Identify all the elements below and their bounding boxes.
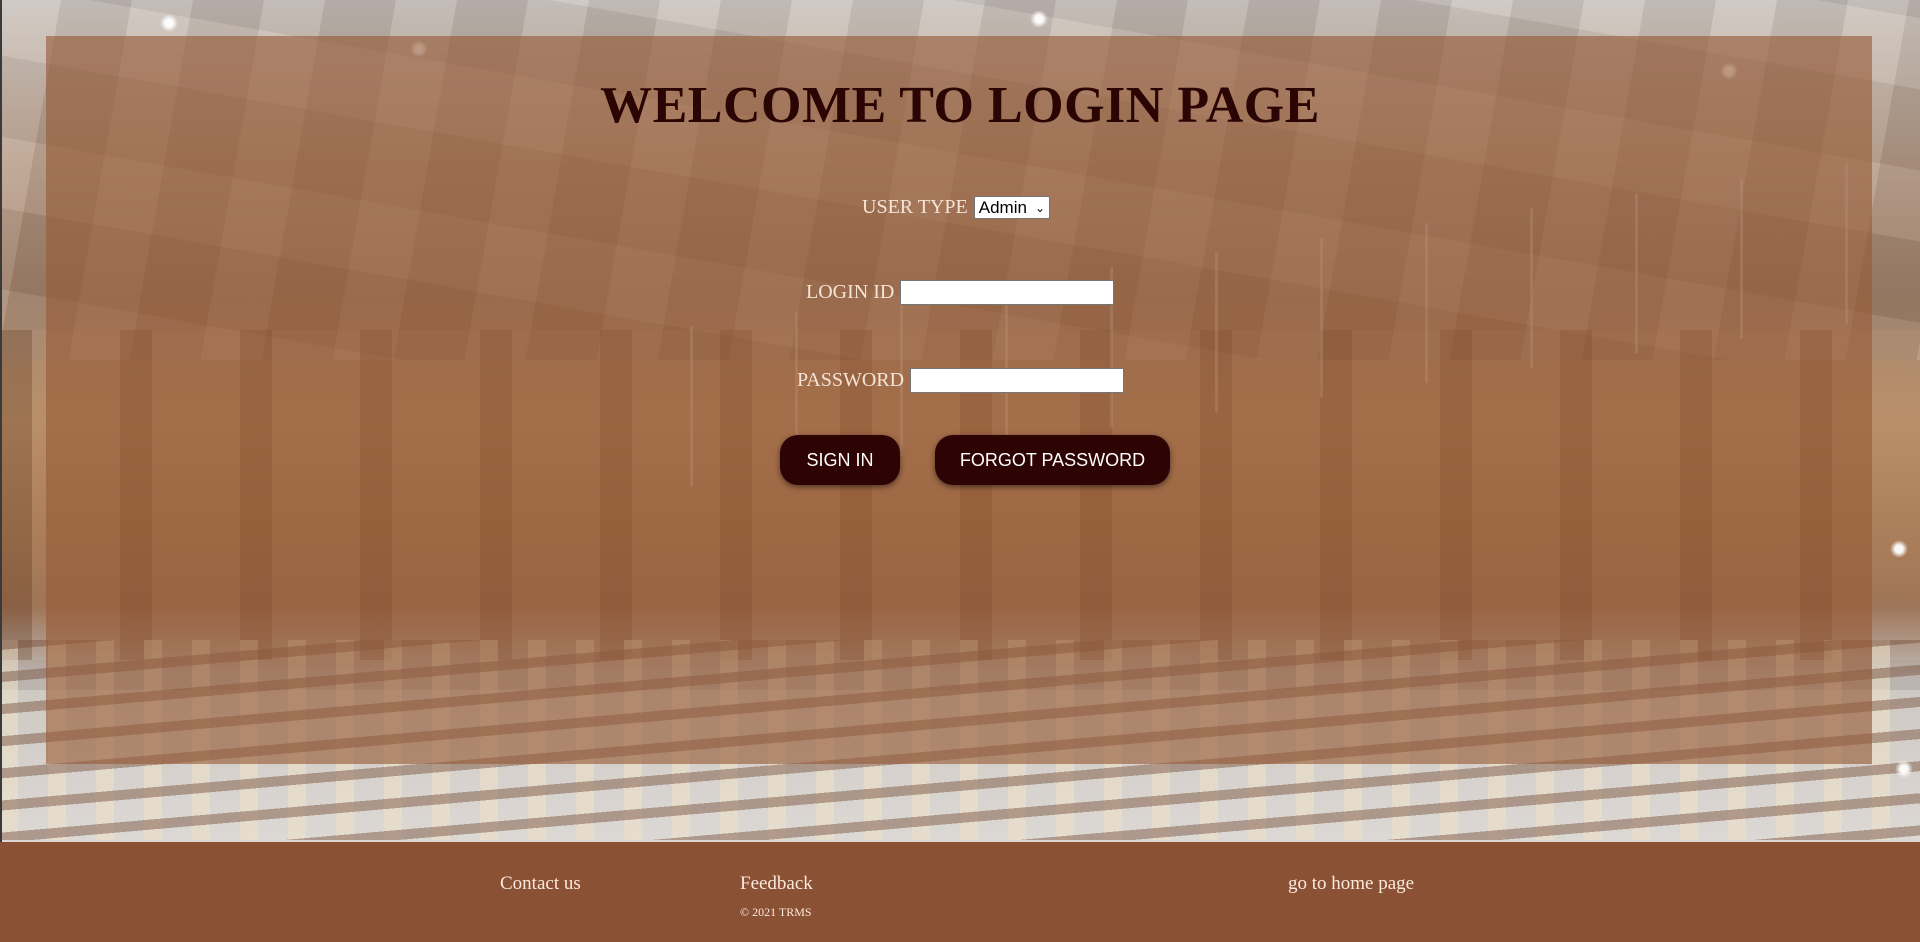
password-label: PASSWORD	[797, 369, 905, 391]
login-id-row: LOGIN ID	[806, 280, 1115, 305]
contact-us-link[interactable]: Contact us	[500, 873, 581, 895]
feedback-link[interactable]: Feedback	[740, 873, 813, 895]
page-title: WELCOME TO LOGIN PAGE	[600, 77, 1320, 134]
forgot-password-button[interactable]: FORGOT PASSWORD	[935, 435, 1170, 485]
user-type-selected-value: Admin	[978, 197, 1027, 217]
password-input[interactable]	[910, 368, 1125, 393]
sign-in-button[interactable]: SIGN IN	[780, 435, 900, 485]
ceiling-light	[1030, 10, 1048, 28]
chevron-down-icon: ⌄	[1034, 200, 1046, 215]
login-id-label: LOGIN ID	[806, 281, 895, 303]
user-type-select[interactable]: Admin ⌄	[973, 196, 1051, 219]
password-row: PASSWORD	[797, 368, 1125, 393]
copyright-text: © 2021 TRMS	[740, 905, 812, 919]
ceiling-light	[1895, 760, 1913, 778]
login-id-input[interactable]	[900, 280, 1115, 305]
home-page-link[interactable]: go to home page	[1288, 873, 1414, 895]
footer: Contact us Feedback © 2021 TRMS go to ho…	[0, 842, 1920, 942]
login-panel-overlay	[46, 36, 1872, 764]
ceiling-light	[1890, 540, 1908, 558]
user-type-row: USER TYPE Admin ⌄	[862, 196, 1051, 219]
user-type-label: USER TYPE	[862, 196, 968, 218]
login-page: WELCOME TO LOGIN PAGE USER TYPE Admin ⌄ …	[0, 0, 1920, 942]
ceiling-light	[160, 14, 178, 32]
